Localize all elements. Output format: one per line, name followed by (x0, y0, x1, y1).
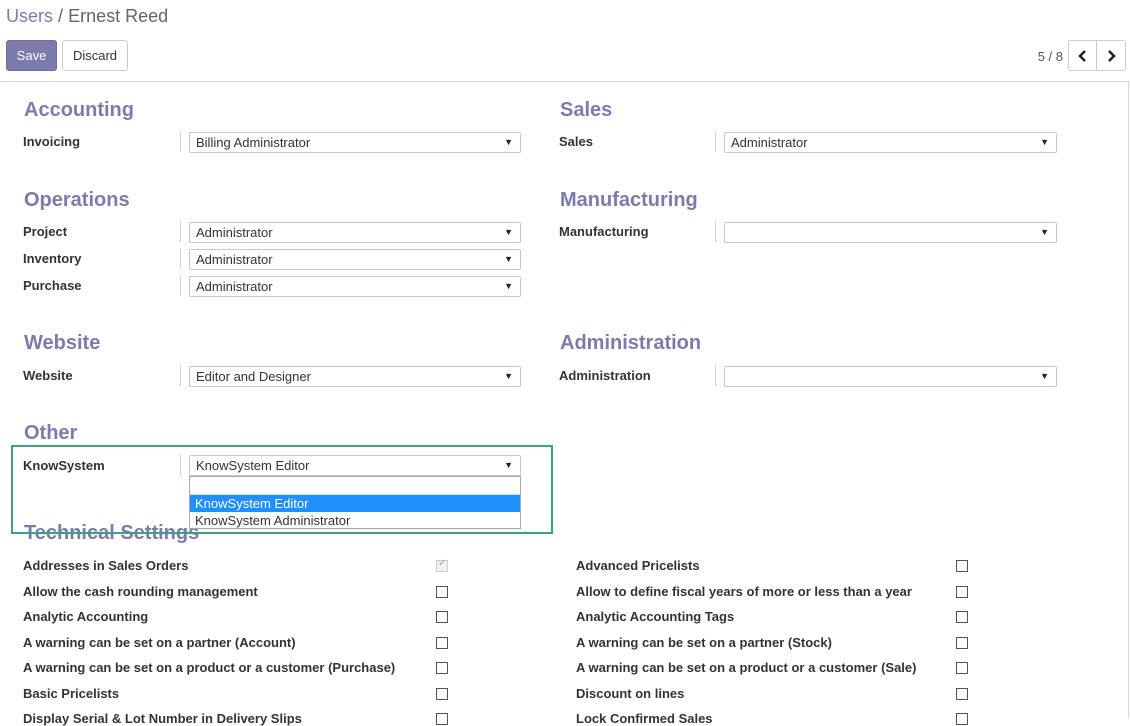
technical-setting-checkbox[interactable] (436, 688, 448, 700)
breadcrumb-current: Ernest Reed (68, 6, 169, 26)
technical-setting-label: Discount on lines (576, 686, 685, 701)
dropdown-option-knowsystem-editor[interactable]: KnowSystem Editor (190, 495, 520, 512)
technical-setting-label: Advanced Pricelists (576, 558, 700, 573)
field-separator (715, 365, 716, 386)
inventory-select[interactable]: Administrator ▼ (189, 249, 521, 270)
technical-setting-label: A warning can be set on a partner (Stock… (576, 635, 832, 650)
technical-setting-label: Lock Confirmed Sales (576, 711, 713, 726)
field-label-knowsystem: KnowSystem (23, 458, 105, 473)
technical-setting-checkbox[interactable] (436, 637, 448, 649)
field-separator (180, 131, 181, 152)
field-separator (180, 248, 181, 269)
sales-select[interactable]: Administrator ▼ (724, 132, 1057, 153)
project-select[interactable]: Administrator ▼ (189, 222, 521, 243)
field-separator (715, 131, 716, 152)
technical-setting-checkbox[interactable] (956, 560, 968, 572)
technical-setting-checkbox[interactable] (436, 586, 448, 598)
section-title-manufacturing: Manufacturing (560, 189, 698, 211)
section-title-administration: Administration (560, 332, 702, 354)
technical-setting-checkbox[interactable] (956, 586, 968, 598)
inventory-select-value: Administrator (196, 252, 273, 267)
chevron-right-icon (1108, 49, 1116, 62)
field-separator (180, 221, 181, 242)
caret-down-icon: ▼ (504, 460, 513, 470)
section-title-sales: Sales (560, 99, 613, 121)
field-label-administration: Administration (559, 368, 651, 383)
knowsystem-select[interactable]: KnowSystem Editor ▼ (189, 455, 521, 476)
technical-setting-checkbox[interactable] (956, 713, 968, 725)
sheet-border (1128, 81, 1129, 718)
section-title-accounting: Accounting (24, 99, 134, 121)
field-label-inventory: Inventory (23, 251, 82, 266)
technical-setting-checkbox[interactable] (956, 611, 968, 623)
field-separator (180, 275, 181, 296)
dropdown-search-input[interactable] (190, 477, 520, 495)
dropdown-option-knowsystem-administrator[interactable]: KnowSystem Administrator (190, 512, 520, 529)
field-label-sales: Sales (559, 134, 593, 149)
field-label-manufacturing: Manufacturing (559, 224, 649, 239)
technical-setting-label: A warning can be set on a product or a c… (576, 660, 917, 675)
caret-down-icon: ▼ (504, 254, 513, 264)
technical-setting-label: Addresses in Sales Orders (23, 558, 189, 573)
technical-setting-label: Display Serial & Lot Number in Delivery … (23, 711, 302, 726)
caret-down-icon: ▼ (504, 281, 513, 291)
invoicing-select-value: Billing Administrator (196, 135, 311, 150)
technical-setting-checkbox[interactable] (956, 637, 968, 649)
manufacturing-select[interactable]: ▼ (724, 222, 1057, 243)
knowsystem-dropdown-list: KnowSystem Editor KnowSystem Administrat… (189, 476, 521, 529)
section-title-operations: Operations (24, 189, 130, 211)
field-separator (180, 455, 181, 476)
technical-setting-label: A warning can be set on a product or a c… (23, 660, 396, 675)
caret-down-icon: ▼ (1040, 371, 1049, 381)
technical-setting-label: A warning can be set on a partner (Accou… (23, 635, 296, 650)
technical-setting-checkbox[interactable] (956, 662, 968, 674)
pager-next-button[interactable] (1097, 40, 1126, 71)
breadcrumb-parent-link[interactable]: Users (6, 6, 53, 26)
caret-down-icon: ▼ (504, 227, 513, 237)
breadcrumb: Users / Ernest Reed (6, 6, 168, 27)
sales-select-value: Administrator (731, 135, 808, 150)
website-select[interactable]: Editor and Designer ▼ (189, 366, 521, 387)
field-label-website: Website (23, 368, 73, 383)
pager-counter: 5 / 8 (1037, 49, 1063, 64)
technical-setting-label: Allow to define fiscal years of more or … (576, 584, 912, 599)
administration-select[interactable]: ▼ (724, 366, 1057, 387)
section-title-website: Website (24, 332, 101, 354)
chevron-left-icon (1077, 49, 1086, 62)
technical-setting-checkbox[interactable] (436, 662, 448, 674)
field-label-invoicing: Invoicing (23, 134, 81, 149)
technical-setting-checkbox[interactable] (436, 611, 448, 623)
technical-setting-label: Analytic Accounting (23, 609, 149, 624)
save-button[interactable]: Save (6, 40, 57, 71)
purchase-select[interactable]: Administrator ▼ (189, 276, 521, 297)
discard-button[interactable]: Discard (62, 40, 128, 71)
field-label-purchase: Purchase (23, 278, 82, 293)
header-divider (0, 81, 1130, 82)
section-title-other: Other (24, 422, 78, 444)
invoicing-select[interactable]: Billing Administrator ▼ (189, 132, 521, 153)
knowsystem-select-value: KnowSystem Editor (196, 458, 310, 473)
field-separator (715, 221, 716, 242)
breadcrumb-separator: / (58, 6, 64, 26)
pager-previous-button[interactable] (1068, 40, 1097, 71)
field-label-project: Project (23, 224, 68, 239)
technical-setting-checkbox[interactable] (436, 558, 448, 572)
purchase-select-value: Administrator (196, 279, 273, 294)
project-select-value: Administrator (196, 225, 273, 240)
caret-down-icon: ▼ (1040, 227, 1049, 237)
technical-setting-label: Allow the cash rounding management (23, 584, 258, 599)
field-separator (180, 365, 181, 386)
technical-setting-checkbox[interactable] (436, 713, 448, 725)
caret-down-icon: ▼ (504, 137, 513, 147)
technical-setting-checkbox[interactable] (956, 688, 968, 700)
caret-down-icon: ▼ (504, 371, 513, 381)
caret-down-icon: ▼ (1040, 137, 1049, 147)
technical-setting-label: Basic Pricelists (23, 686, 120, 701)
technical-setting-label: Analytic Accounting Tags (576, 609, 735, 624)
website-select-value: Editor and Designer (196, 369, 311, 384)
